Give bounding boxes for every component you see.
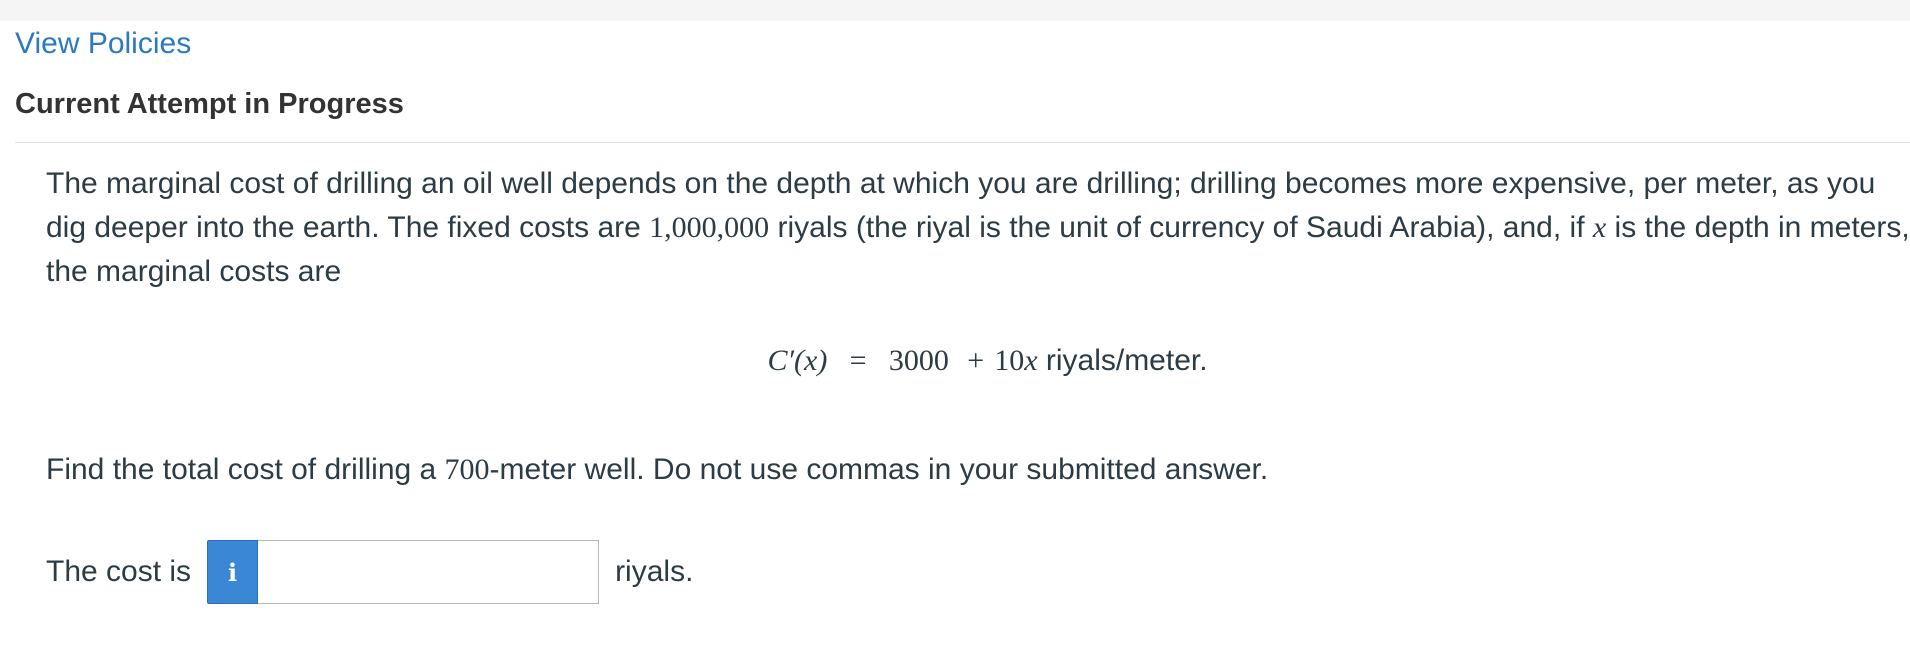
info-icon[interactable]: i (207, 540, 259, 604)
well-depth-value: 700 (444, 453, 490, 486)
prompt-text-part: -meter well. Do not use commas in your s… (489, 453, 1269, 486)
variable-x: x (1592, 211, 1607, 244)
equation-variable: x (1024, 344, 1038, 377)
answer-label: The cost is (46, 555, 192, 588)
question-text-part: riyals (the riyal is the unit of currenc… (769, 211, 1593, 244)
top-strip (0, 0, 1910, 21)
answer-unit: riyals. (615, 555, 694, 588)
divider (15, 142, 1910, 143)
equation-constant: 3000 (888, 344, 949, 377)
equation-equals: = (849, 344, 867, 377)
fixed-cost-value: 1,000,000 (649, 211, 770, 244)
equation-plus: + (967, 344, 985, 377)
answer-input[interactable] (258, 540, 600, 604)
equation-coefficient: 10 (994, 344, 1025, 377)
view-policies-link[interactable]: View Policies (15, 26, 191, 62)
prompt-text-part: Find the total cost of drilling a (46, 453, 445, 486)
marginal-cost-equation: C′(x) = 3000 +10x riyals/meter. (0, 336, 1910, 386)
question-prompt: Find the total cost of drilling a 700-me… (46, 448, 1268, 492)
equation-lhs: C′(x) (767, 344, 828, 377)
question-text: The marginal cost of drilling an oil wel… (46, 162, 1910, 294)
equation-unit: riyals/meter. (1037, 344, 1208, 377)
attempt-status-heading: Current Attempt in Progress (15, 88, 404, 120)
answer-row: The cost is i riyals. (46, 538, 693, 606)
